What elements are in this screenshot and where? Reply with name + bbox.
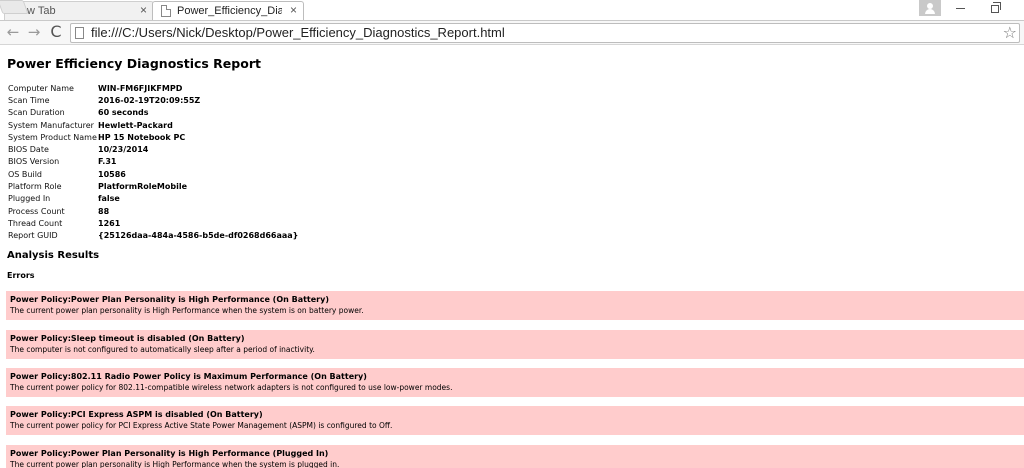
info-row: BIOS Version F.31 [8,156,298,168]
info-value: 88 [98,206,110,216]
info-value: PlatformRoleMobile [98,182,188,192]
report-title: Power Efficiency Diagnostics Report [7,56,261,71]
new-tab-button[interactable] [0,0,29,14]
tab-label: New Tab [13,5,56,17]
browser-toolbar: ← → C file:///C:/Users/Nick/Desktop/Powe… [0,20,1024,45]
info-key: BIOS Date [8,145,49,155]
file-icon [75,27,84,39]
info-row: Platform Role PlatformRoleMobile [8,180,298,192]
info-value: 10586 [98,169,126,179]
error-item: Power Policy:Power Plan Personality is H… [6,445,1024,468]
info-key: OS Build [8,169,42,179]
info-key: Platform Role [8,182,62,192]
title-bar: New Tab × Power_Efficiency_Diagnost × [0,0,1024,20]
error-title: Power Policy:802.11 Radio Power Policy i… [10,372,367,381]
info-key: BIOS Version [8,157,60,167]
errors-heading: Errors [7,271,35,280]
url-text[interactable]: file:///C:/Users/Nick/Desktop/Power_Effi… [91,25,505,40]
info-row: Scan Duration 60 seconds [8,107,298,119]
error-title: Power Policy:Power Plan Personality is H… [10,295,329,304]
error-item: Power Policy:802.11 Radio Power Policy i… [6,368,1024,397]
user-profile-icon[interactable] [919,0,941,16]
info-key: Computer Name [8,83,74,93]
system-info-table: Computer Name WIN-FM6FJIKFMPD Scan Time 201… [8,82,298,242]
user-body-shape [925,9,935,14]
error-description: The current power policy for 802.11-comp… [10,383,453,392]
error-title: Power Policy:PCI Express ASPM is disable… [10,410,263,419]
info-key: Report GUID [8,231,58,241]
tab-report[interactable]: Power_Efficiency_Diagnost × [152,1,304,20]
info-key: Plugged In [8,194,51,204]
info-value: F.31 [98,157,117,167]
info-row: Report GUID {25126daa-484a-4586-b5de-df02… [8,230,298,242]
info-key: Scan Time [8,95,50,105]
restore-icon[interactable] [991,2,1001,13]
info-value: 1261 [98,218,121,228]
error-description: The current power policy for PCI Express… [10,421,393,430]
error-item: Power Policy:Power Plan Personality is H… [6,291,1024,320]
page-content: Power Efficiency Diagnostics Report Comp… [0,46,1024,468]
info-value: HP 15 Notebook PC [98,132,186,142]
minimize-icon[interactable] [956,8,965,9]
info-value: WIN-FM6FJIKFMPD [98,83,183,93]
info-row: Plugged In false [8,193,298,205]
back-button[interactable]: ← [4,23,22,41]
error-description: The current power plan personality is Hi… [10,306,364,315]
info-row: Thread Count 1261 [8,217,298,229]
error-title: Power Policy:Sleep timeout is disabled (… [10,334,245,343]
error-item: Power Policy:Sleep timeout is disabled (… [6,330,1024,359]
info-value: Hewlett-Packard [98,120,173,130]
info-value: 2016-02-19T20:09:55Z [98,95,201,105]
info-row: Computer Name WIN-FM6FJIKFMPD [8,82,298,94]
info-row: System Manufacturer Hewlett-Packard [8,119,298,131]
info-key: System Product Name [8,132,97,142]
info-row: BIOS Date 10/23/2014 [8,143,298,155]
close-icon[interactable]: × [290,4,297,17]
error-description: The computer is not configured to automa… [10,345,315,354]
info-row: Scan Time 2016-02-19T20:09:55Z [8,94,298,106]
info-row: Process Count 88 [8,205,298,217]
forward-button[interactable]: → [25,23,43,41]
info-value: 60 seconds [98,108,149,118]
page-icon [161,5,171,17]
info-row: OS Build 10586 [8,168,298,180]
info-value: {25126daa-484a-4586-b5de-df0268d66aaa} [98,231,299,241]
info-key: System Manufacturer [8,120,94,130]
info-row: System Product Name HP 15 Notebook PC [8,131,298,143]
error-description: The current power plan personality is Hi… [10,460,340,468]
error-item: Power Policy:PCI Express ASPM is disable… [6,406,1024,435]
tab-label: Power_Efficiency_Diagnost [177,5,282,17]
bookmark-star-icon[interactable]: ☆ [1003,23,1017,42]
info-key: Scan Duration [8,108,65,118]
analysis-results-heading: Analysis Results [7,250,100,261]
info-value: 10/23/2014 [98,145,149,155]
address-bar[interactable]: file:///C:/Users/Nick/Desktop/Power_Effi… [70,23,1020,43]
info-key: Process Count [8,206,65,216]
close-icon[interactable]: × [140,4,147,17]
info-value: false [98,194,120,204]
reload-button[interactable]: C [47,23,65,41]
info-key: Thread Count [8,218,63,228]
error-title: Power Policy:Power Plan Personality is H… [10,449,329,458]
